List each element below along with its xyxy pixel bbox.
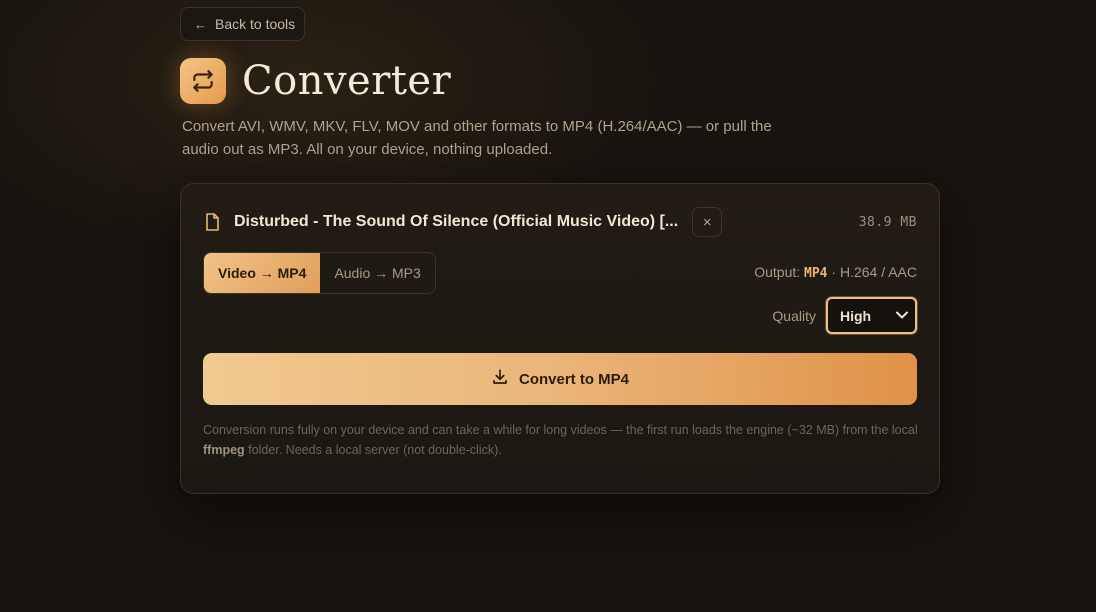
- arrow-left-icon: ←: [194, 16, 207, 32]
- download-icon: [491, 368, 509, 390]
- conversion-mode-toggle: Video → MP4 Audio → MP3: [203, 252, 436, 294]
- quality-select[interactable]: High: [826, 297, 917, 334]
- mode-video-mp4-button[interactable]: Video → MP4: [204, 253, 321, 293]
- quality-row: Quality High: [772, 297, 917, 334]
- file-size: 38.9 MB: [858, 214, 917, 230]
- page-subtitle: Convert AVI, WMV, MKV, FLV, MOV and othe…: [182, 118, 772, 158]
- output-codecs: · H.264 / AAC: [831, 264, 917, 280]
- mode-audio-mp3-button[interactable]: Audio → MP3: [320, 253, 434, 293]
- title-row: Converter: [180, 58, 451, 104]
- output-format: MP4: [804, 266, 828, 281]
- convert-button[interactable]: Convert to MP4: [203, 353, 917, 405]
- note-code: ffmpeg: [203, 443, 245, 457]
- selected-file-row: Disturbed - The Sound Of Silence (Offici…: [205, 207, 917, 237]
- back-to-tools-label: Back to tools: [215, 16, 296, 32]
- quality-selected-value: High: [840, 307, 872, 324]
- converter-card: Disturbed - The Sound Of Silence (Offici…: [180, 183, 940, 494]
- file-name: Disturbed - The Sound Of Silence (Offici…: [234, 213, 679, 230]
- swap-arrows-icon: [180, 58, 226, 104]
- conversion-note: Conversion runs fully on your device and…: [203, 420, 919, 460]
- output-info: Output: MP4 · H.264 / AAC: [754, 264, 917, 281]
- note-text-after: folder. Needs a local server (not double…: [248, 443, 502, 457]
- close-icon: ×: [702, 213, 712, 231]
- page-title: Converter: [242, 58, 452, 104]
- remove-file-button[interactable]: ×: [692, 207, 723, 237]
- chevron-down-icon: [896, 310, 908, 322]
- note-text-before: Conversion runs fully on your device and…: [203, 423, 918, 437]
- back-to-tools-button[interactable]: ← Back to tools: [180, 7, 305, 41]
- file-icon: [205, 213, 221, 231]
- output-prefix: Output:: [754, 264, 801, 280]
- quality-label: Quality: [772, 307, 816, 324]
- convert-button-label: Convert to MP4: [518, 370, 629, 388]
